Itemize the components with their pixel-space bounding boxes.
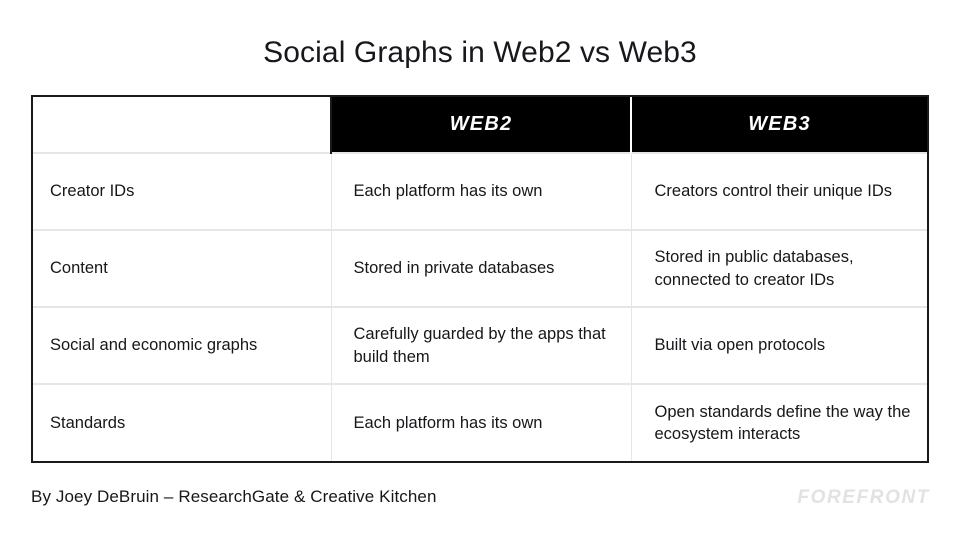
- row-web3-text: Open standards define the way the ecosys…: [654, 402, 911, 443]
- row-label-text: Content: [50, 259, 108, 278]
- row-web3-cell: Built via open protocols: [631, 307, 927, 384]
- row-web2-cell: Each platform has its own: [331, 153, 632, 230]
- row-web3-cell: Open standards define the way the ecosys…: [631, 384, 927, 461]
- column-header-web3: WEB3: [630, 97, 927, 153]
- column-header-blank: [33, 97, 332, 153]
- row-web2-cell: Stored in private databases: [331, 230, 632, 307]
- comparison-table-grid: WEB2 WEB3 Creator IDs Each platform has …: [33, 97, 927, 461]
- row-label-text: Creator IDs: [50, 182, 135, 201]
- column-header-web2: WEB2: [331, 97, 631, 153]
- table-header: WEB2 WEB3: [33, 97, 927, 153]
- row-web2-text: Carefully guarded by the apps that build…: [353, 325, 606, 366]
- table-row: Content Stored in private databases Stor…: [33, 230, 927, 307]
- row-web2-text: Each platform has its own: [353, 182, 543, 201]
- row-label-cell: Content: [33, 230, 332, 307]
- row-label-cell: Social and economic graphs: [33, 307, 332, 384]
- attribution-credit: By Joey DeBruin – ResearchGate & Creativ…: [31, 487, 437, 506]
- row-web3-cell: Stored in public databases, connected to…: [631, 230, 927, 307]
- row-web2-text: Stored in private databases: [353, 259, 555, 278]
- row-web3-text: Built via open protocols: [654, 336, 826, 355]
- row-web2-cell: Carefully guarded by the apps that build…: [331, 307, 632, 384]
- table-row: Standards Each platform has its own Open…: [33, 384, 927, 461]
- comparison-table: WEB2 WEB3 Creator IDs Each platform has …: [31, 95, 929, 463]
- row-web2-text: Each platform has its own: [353, 413, 543, 432]
- row-web3-cell: Creators control their unique IDs: [631, 153, 927, 230]
- slide-canvas: Social Graphs in Web2 vs Web3 WEB2 WEB3 …: [0, 0, 960, 540]
- table-header-row: WEB2 WEB3: [33, 97, 927, 153]
- page-title: Social Graphs in Web2 vs Web3: [263, 36, 697, 69]
- row-label-text: Standards: [50, 413, 126, 432]
- row-label-cell: Standards: [33, 384, 332, 461]
- table-row: Creator IDs Each platform has its own Cr…: [33, 153, 927, 230]
- row-web2-cell: Each platform has its own: [331, 384, 632, 461]
- row-label-cell: Creator IDs: [33, 153, 332, 230]
- table-row: Social and economic graphs Carefully gua…: [33, 307, 927, 384]
- row-web3-text: Creators control their unique IDs: [654, 182, 893, 201]
- row-label-text: Social and economic graphs: [50, 336, 258, 355]
- row-web3-text: Stored in public databases, connected to…: [654, 248, 854, 289]
- table-body: Creator IDs Each platform has its own Cr…: [33, 153, 927, 461]
- forefront-logo: FOREFRONT: [797, 487, 930, 508]
